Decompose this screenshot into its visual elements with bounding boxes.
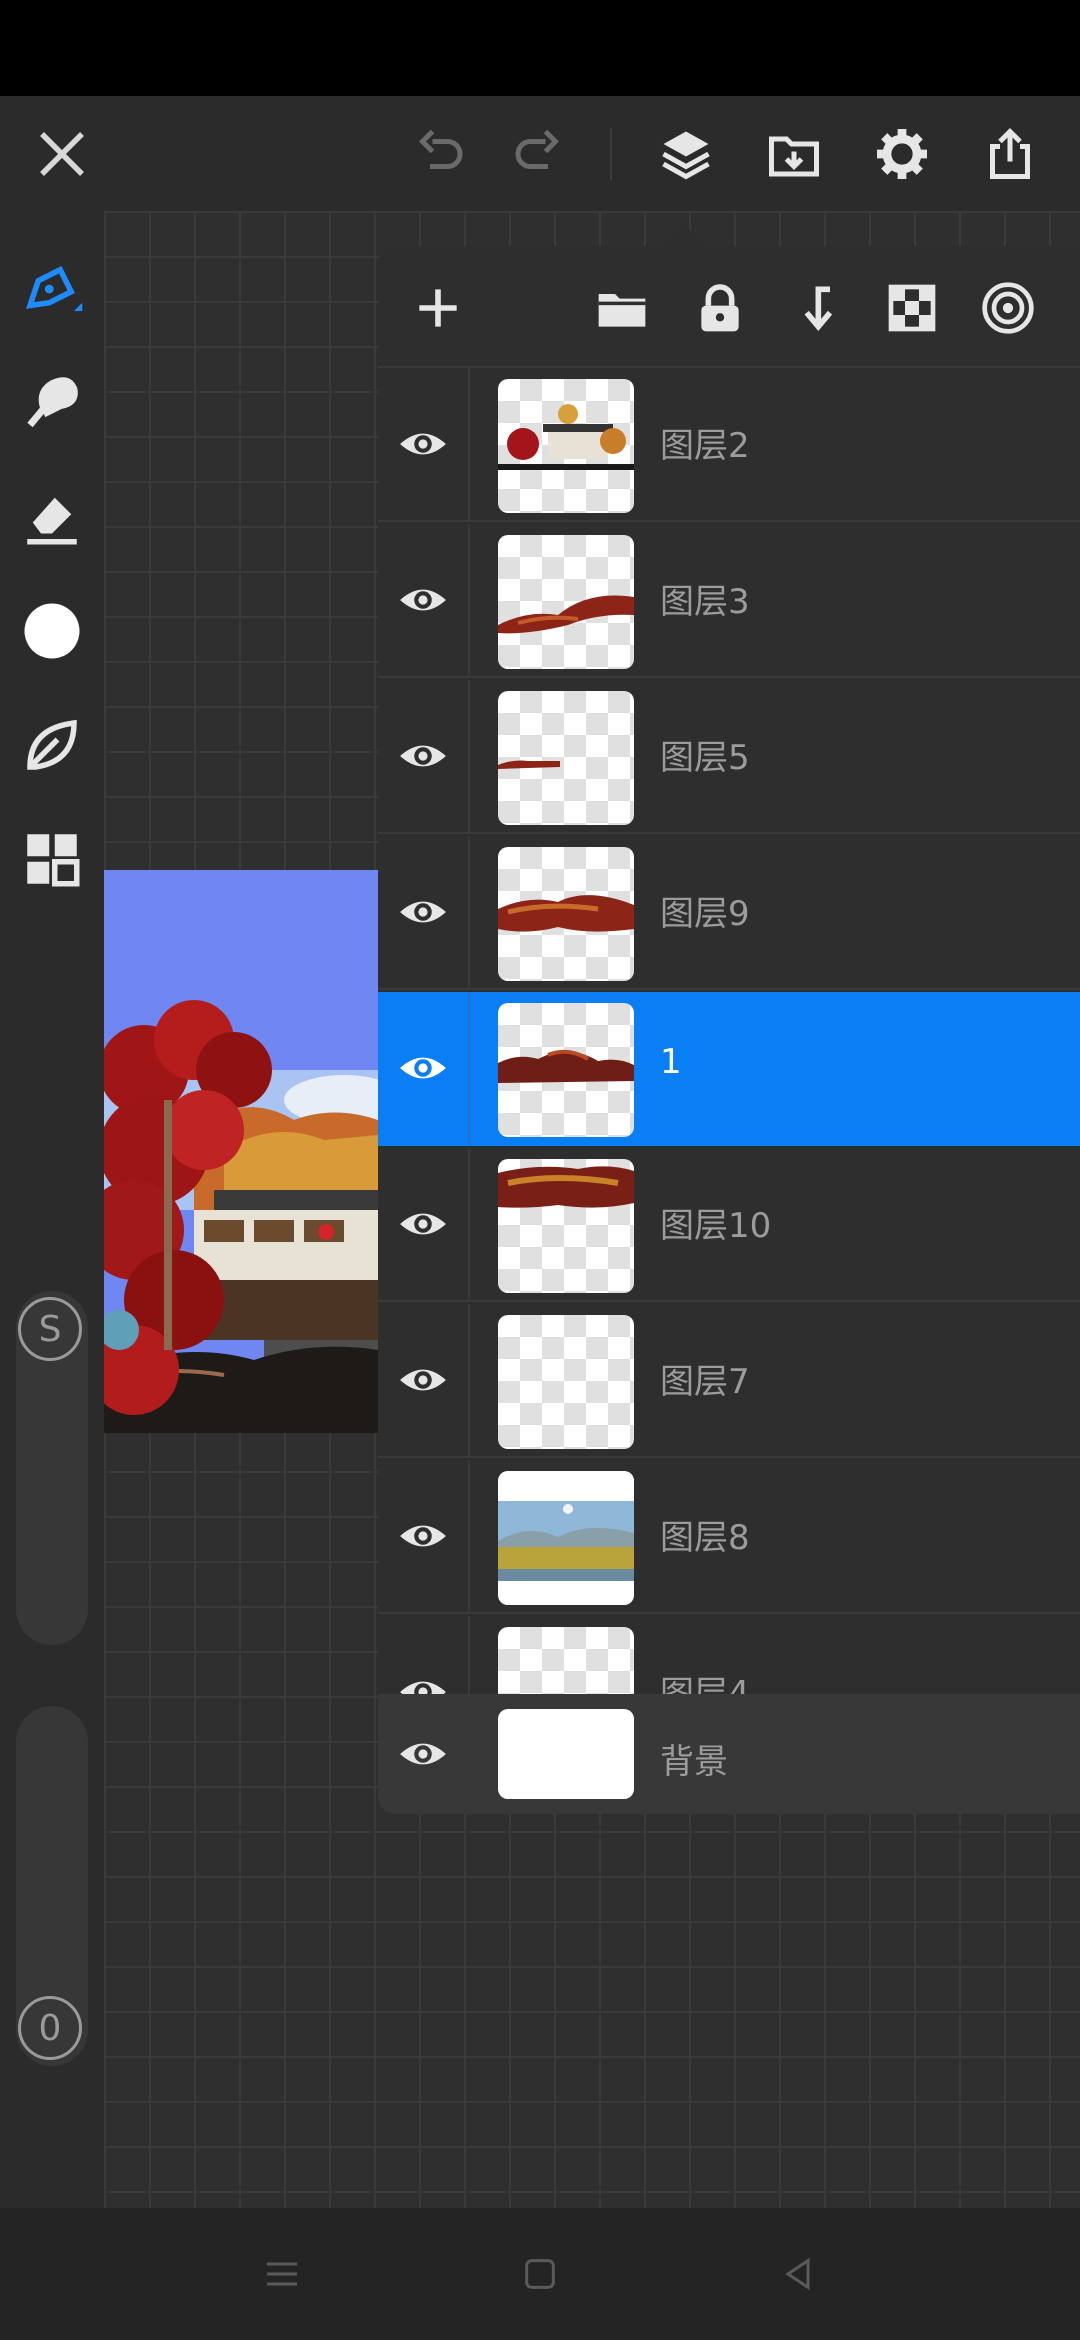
eye-icon [400,901,446,923]
folder-icon[interactable] [590,276,654,340]
layer-name: 图层7 [660,1362,750,1402]
visibility-toggle[interactable] [378,1304,470,1456]
panel-caret [662,224,706,246]
visibility-toggle[interactable] [378,992,470,1144]
eye-icon [400,1057,446,1079]
menu-icon[interactable] [252,2248,312,2300]
visibility-toggle[interactable] [378,836,470,988]
eye-icon [400,1681,446,1694]
layer-row[interactable]: 图层10 [378,1148,1080,1302]
artwork-preview [104,870,378,1433]
layer-thumbnail [498,535,634,669]
layer-thumbnail [498,379,634,513]
top-toolbar [0,96,1080,211]
layer-row[interactable]: 图层8 [378,1460,1080,1614]
opacity-label: 0 [38,2007,62,2049]
layer-thumbnail [498,1627,634,1694]
layer-row[interactable]: 图层4 [378,1616,1080,1694]
opacity-slider-knob[interactable]: 0 [18,1996,82,2060]
system-nav-bar [0,2208,1080,2340]
grid-menu-icon[interactable] [14,821,90,897]
eraser-icon[interactable] [14,479,90,555]
leaf-brush-icon[interactable] [14,707,90,783]
settings-icon[interactable] [864,116,940,192]
pen-icon[interactable] [14,251,90,327]
layer-thumbnail [498,1003,634,1137]
layer-row-selected[interactable]: 1 [378,992,1080,1146]
close-icon[interactable] [24,116,100,192]
color-swatch[interactable] [14,593,90,669]
tool-column: S 0 [0,211,104,2211]
back-icon[interactable] [768,2248,828,2300]
layer-row[interactable]: 图层5 [378,680,1080,834]
eye-icon [400,433,446,455]
undo-icon[interactable] [402,116,478,192]
eye-icon [400,1213,446,1235]
visibility-toggle[interactable] [378,1694,468,1814]
merge-down-icon[interactable] [784,276,848,340]
eye-icon [400,1369,446,1391]
layer-row[interactable]: 图层9 [378,836,1080,990]
background-layer-row[interactable]: 背景 [378,1694,1080,1814]
layers-panel-toolbar [378,246,1080,368]
layer-thumbnail [498,847,634,981]
visibility-toggle[interactable] [378,1460,470,1612]
layer-name: 图层10 [660,1206,772,1246]
size-label: S [38,1308,62,1350]
eye-icon [400,589,446,611]
layer-name: 图层2 [660,426,750,466]
layer-list[interactable]: 图层2 图层3 图层5 图层9 1 图层10 图层7 图层8 图层4 [378,368,1080,1694]
layer-name: 1 [660,1042,682,1082]
lock-icon[interactable] [688,276,752,340]
import-icon[interactable] [756,116,832,192]
layer-name: 图层3 [660,582,750,622]
layer-row[interactable]: 图层7 [378,1304,1080,1458]
add-layer-icon[interactable] [406,276,470,340]
layers-panel: 图层2 图层3 图层5 图层9 1 图层10 图层7 图层8 图层4 背景 [378,246,1080,1814]
visibility-toggle[interactable] [378,368,470,520]
layer-thumbnail [498,1315,634,1449]
visibility-toggle[interactable] [378,680,470,832]
eye-icon [400,745,446,767]
status-bar [0,0,1080,96]
home-icon[interactable] [510,2248,570,2300]
visibility-toggle[interactable] [378,1148,470,1300]
layer-thumbnail [498,691,634,825]
background-thumbnail [498,1709,634,1799]
visibility-toggle[interactable] [378,1616,470,1694]
layers-icon[interactable] [648,116,724,192]
transparency-icon[interactable] [880,276,944,340]
layer-name: 图层4 [660,1674,750,1694]
eye-icon [400,1743,446,1765]
background-layer-name: 背景 [660,1742,728,1782]
layer-name: 图层9 [660,894,750,934]
eye-icon [400,1525,446,1547]
target-icon[interactable] [976,276,1040,340]
brush-size-slider[interactable]: S [16,1291,88,1645]
brush-opacity-slider[interactable]: 0 [16,1706,88,2066]
redo-icon[interactable] [500,116,576,192]
layer-thumbnail [498,1471,634,1605]
layer-row[interactable]: 图层3 [378,524,1080,678]
layer-row[interactable]: 图层2 [378,368,1080,522]
layer-name: 图层5 [660,738,750,778]
layer-name: 图层8 [660,1518,750,1558]
layer-thumbnail [498,1159,634,1293]
share-icon[interactable] [972,116,1048,192]
smudge-icon[interactable] [14,365,90,441]
visibility-toggle[interactable] [378,524,470,676]
toolbar-divider [610,128,612,180]
size-slider-knob[interactable]: S [18,1297,82,1361]
